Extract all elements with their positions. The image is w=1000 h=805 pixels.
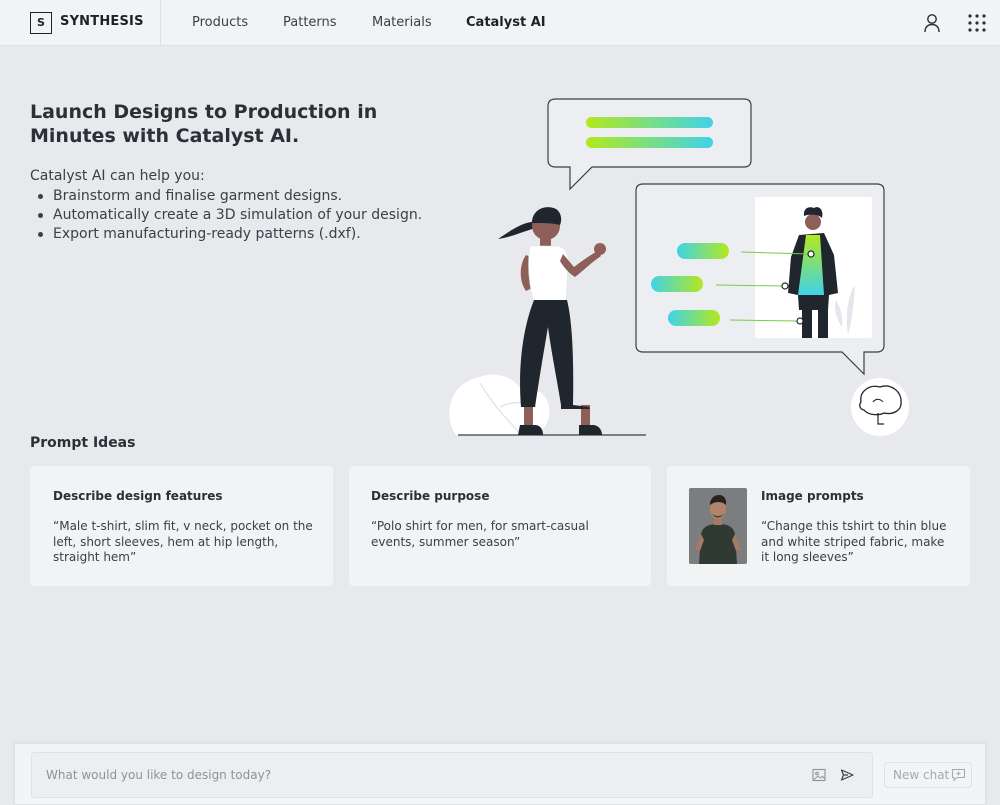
user-icon[interactable]	[921, 12, 943, 34]
speech-bubble-large	[635, 183, 885, 376]
hero-feature-list: Brainstorm and finalise garment designs.…	[38, 187, 422, 244]
prompt-card-image[interactable]: Image prompts “Change this tshirt to thi…	[667, 466, 970, 586]
hero-bullet: Brainstorm and finalise garment designs.	[38, 187, 422, 206]
top-navigation-bar: S SYNTHESIS Products Patterns Materials …	[0, 0, 1000, 46]
brand-area[interactable]: S SYNTHESIS	[0, 0, 161, 46]
hero-title: Launch Designs to Production in Minutes …	[30, 101, 378, 147]
brain-icon	[851, 378, 909, 436]
nav-patterns[interactable]: Patterns	[283, 15, 337, 30]
prompt-card-text: “Change this tshirt to thin blue and whi…	[761, 519, 947, 564]
prompt-card-title: Describe design features	[53, 489, 223, 503]
hero-bullet: Export manufacturing-ready patterns (.dx…	[38, 225, 422, 244]
nav-catalyst-ai[interactable]: Catalyst AI	[466, 15, 546, 30]
new-chat-button[interactable]: New chat	[884, 762, 972, 788]
chat-composer: New chat	[14, 743, 986, 805]
brand-name: SYNTHESIS	[60, 14, 144, 29]
new-chat-icon	[951, 768, 966, 782]
image-upload-icon[interactable]	[811, 767, 827, 783]
brand-logo: S	[30, 12, 52, 34]
nav-products[interactable]: Products	[192, 15, 248, 30]
apps-grid-icon[interactable]	[966, 12, 988, 34]
prompt-card-title: Image prompts	[761, 489, 864, 503]
hero-illustration	[449, 98, 909, 436]
nav-materials[interactable]: Materials	[372, 15, 432, 30]
speech-bubble-top	[547, 98, 752, 191]
hero-bullet: Automatically create a 3D simulation of …	[38, 206, 422, 225]
prompt-card-title: Describe purpose	[371, 489, 490, 503]
prompt-ideas-heading: Prompt Ideas	[30, 435, 136, 451]
hero-intro: Catalyst AI can help you:	[30, 168, 205, 184]
prompt-card-purpose[interactable]: Describe purpose “Polo shirt for men, fo…	[349, 466, 651, 586]
send-icon[interactable]	[839, 767, 855, 783]
prompt-card-text: “Polo shirt for men, for smart-casual ev…	[371, 519, 589, 549]
prompt-card-design-features[interactable]: Describe design features “Male t-shirt, …	[30, 466, 333, 586]
prompt-card-text: “Male t-shirt, slim fit, v neck, pocket …	[53, 519, 313, 564]
tshirt-model-photo	[689, 488, 747, 564]
new-chat-label: New chat	[893, 768, 950, 782]
prompt-input[interactable]	[31, 752, 873, 798]
